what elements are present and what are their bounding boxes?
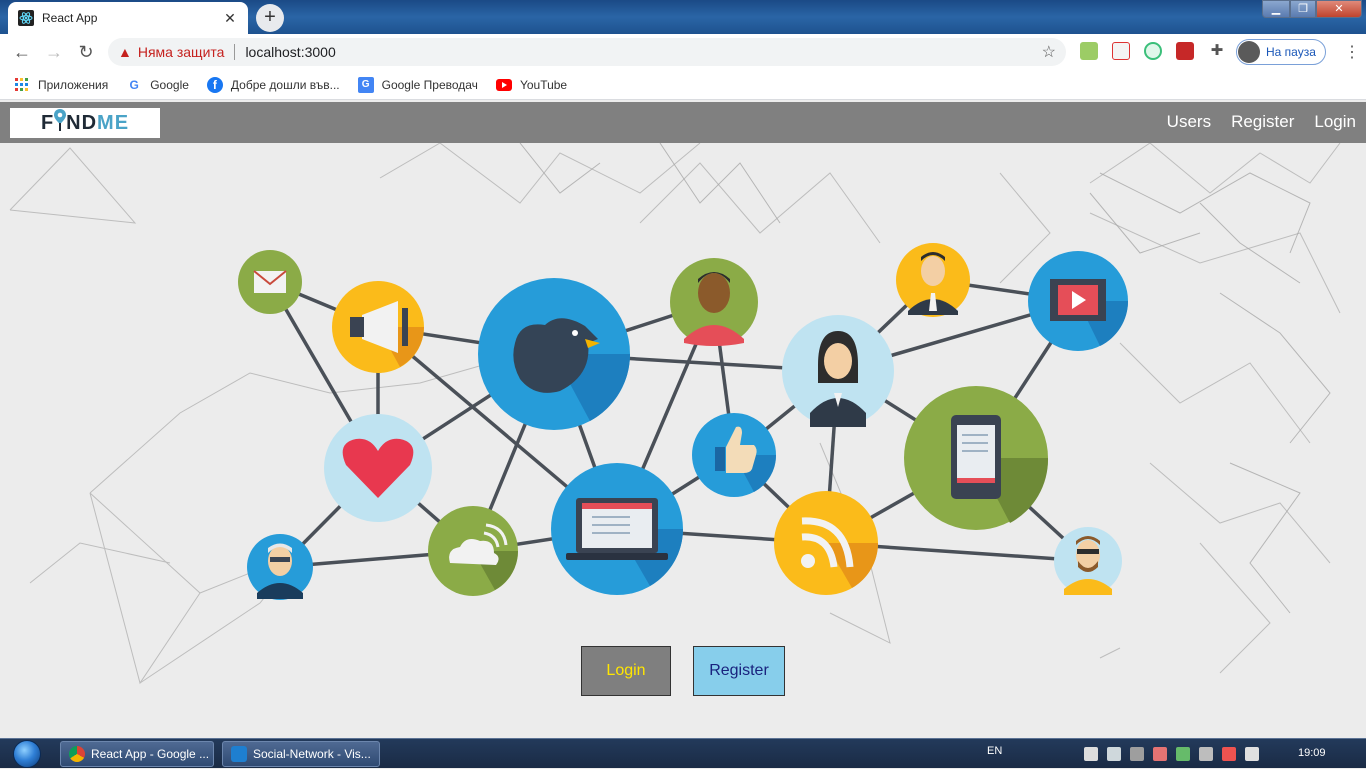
bookmark-google-translate[interactable]: G Google Преводач [357, 76, 478, 93]
extensions-puzzle-icon[interactable]: ✚ [1208, 42, 1226, 60]
bookmark-facebook[interactable]: f Добре дошли във... [206, 76, 340, 93]
security-indicator[interactable]: ▲ Няма защита [118, 44, 224, 60]
app-navbar: F ND ME Users Register Login [0, 102, 1366, 143]
mesh-background [9, 143, 1341, 685]
google-translate-icon: G [357, 76, 374, 93]
apps-grid-icon [14, 77, 30, 93]
bookmark-youtube[interactable]: YouTube [495, 77, 568, 93]
hero-section: Login Register [0, 143, 1366, 738]
start-button[interactable] [6, 739, 48, 769]
social-network-illustration [9, 143, 1341, 685]
vscode-icon [231, 746, 247, 762]
taskbar-item-label: Social-Network - Vis... [253, 747, 371, 761]
tab-close-icon[interactable]: ✕ [222, 10, 238, 27]
bookmark-star-icon[interactable]: ☆ [1042, 42, 1056, 62]
avatar [1238, 41, 1260, 63]
profile-label: На пауза [1266, 45, 1316, 59]
forward-icon[interactable]: → [38, 42, 70, 63]
facebook-icon: f [206, 76, 223, 93]
bookmark-label: Google Преводач [381, 77, 478, 92]
nav-register-link[interactable]: Register [1231, 112, 1294, 132]
new-tab-button[interactable]: + [256, 4, 284, 32]
battery-icon[interactable] [1176, 747, 1190, 761]
extension-circle-icon[interactable] [1144, 42, 1162, 60]
rss-feed-icon [774, 491, 878, 595]
logo-letters-nd: ND [66, 111, 98, 134]
location-pin-icon [54, 109, 67, 137]
avatar-businessman-icon [896, 243, 970, 317]
logo-letter-f: F [40, 111, 55, 134]
dropbox-icon[interactable] [1107, 747, 1121, 761]
login-button[interactable]: Login [581, 646, 671, 696]
cloud-wifi-icon [428, 506, 518, 596]
tablet-icon [904, 386, 1049, 530]
back-icon[interactable]: ← [6, 42, 38, 63]
warning-icon: ▲ [118, 44, 132, 60]
browser-tab[interactable]: React App ✕ [8, 2, 248, 34]
tab-title: React App [42, 11, 98, 25]
thumbs-up-icon [692, 413, 776, 497]
maximize-button[interactable]: ❐ [1290, 0, 1316, 18]
browser-menu-icon[interactable]: ⋮ [1344, 42, 1360, 62]
profile-button[interactable]: На пауза [1236, 39, 1326, 65]
findme-logo[interactable]: F ND ME [10, 108, 160, 138]
google-icon: G [129, 77, 139, 92]
bookmark-label: Добре дошли във... [230, 77, 340, 92]
close-window-button[interactable]: ✕ [1316, 0, 1362, 18]
windows-logo-icon [13, 740, 41, 768]
megaphone-icon [332, 281, 424, 373]
network-error-icon[interactable] [1153, 747, 1167, 761]
system-tray [1084, 747, 1268, 761]
tray-settings-icon[interactable] [1130, 747, 1144, 761]
taskbar-item-label: React App - Google ... [91, 747, 210, 761]
extension-paperclip-icon[interactable] [1080, 42, 1098, 60]
tray-app-icon[interactable] [1084, 747, 1098, 761]
bookmark-label: Приложения [38, 77, 109, 92]
nav-links: Users Register Login [1147, 112, 1356, 132]
windows-taskbar: React App - Google ... Social-Network - … [0, 738, 1366, 768]
bookmark-apps[interactable]: Приложения [14, 77, 108, 93]
react-icon [18, 10, 34, 26]
youtube-icon [495, 77, 512, 93]
avatar-woman-icon [782, 315, 894, 427]
volume-icon[interactable] [1245, 747, 1259, 761]
extension-window-icon[interactable] [1112, 42, 1130, 60]
logo-letters-me: ME [97, 111, 130, 134]
browser-toolbar: ← → ↻ ▲ Няма защита localhost:3000 ☆ ✚ Н… [0, 34, 1366, 70]
bookmark-label: Google [150, 77, 189, 92]
signal-icon[interactable] [1199, 747, 1213, 761]
laptop-icon [551, 463, 683, 595]
register-button[interactable]: Register [693, 646, 785, 696]
nav-login-link[interactable]: Login [1314, 112, 1356, 132]
twitter-bird-icon [478, 278, 631, 430]
security-icon[interactable] [1222, 747, 1236, 761]
window-controls: ▁ ❐ ✕ [1262, 0, 1362, 18]
avatar-old-man-icon [247, 534, 313, 600]
bookmark-google[interactable]: G Google [126, 77, 189, 93]
chrome-icon [69, 746, 85, 762]
url-text[interactable]: localhost:3000 [245, 44, 335, 60]
clock[interactable]: 19:09 [1298, 747, 1326, 759]
browser-titlebar: React App ✕ + ▁ ❐ ✕ [0, 0, 1366, 34]
language-indicator[interactable]: EN [987, 745, 1002, 757]
extension-red-icon[interactable] [1176, 42, 1194, 60]
video-player-icon [1028, 251, 1129, 351]
divider [234, 44, 236, 60]
heart-icon [324, 414, 432, 522]
avatar-sunglasses-man-icon [1054, 527, 1122, 595]
taskbar-item-vscode[interactable]: Social-Network - Vis... [222, 741, 380, 767]
nav-users-link[interactable]: Users [1167, 112, 1211, 132]
taskbar-item-chrome[interactable]: React App - Google ... [60, 741, 214, 767]
mail-icon [238, 250, 302, 314]
security-text: Няма защита [137, 44, 225, 60]
bookmarks-bar: Приложения G Google f Добре дошли във...… [0, 70, 1366, 100]
address-bar[interactable]: ▲ Няма защита localhost:3000 ☆ [108, 38, 1066, 66]
bookmark-label: YouTube [519, 77, 568, 92]
avatar-man-icon [670, 258, 758, 346]
minimize-button[interactable]: ▁ [1262, 0, 1290, 18]
reload-icon[interactable]: ↻ [70, 42, 102, 63]
